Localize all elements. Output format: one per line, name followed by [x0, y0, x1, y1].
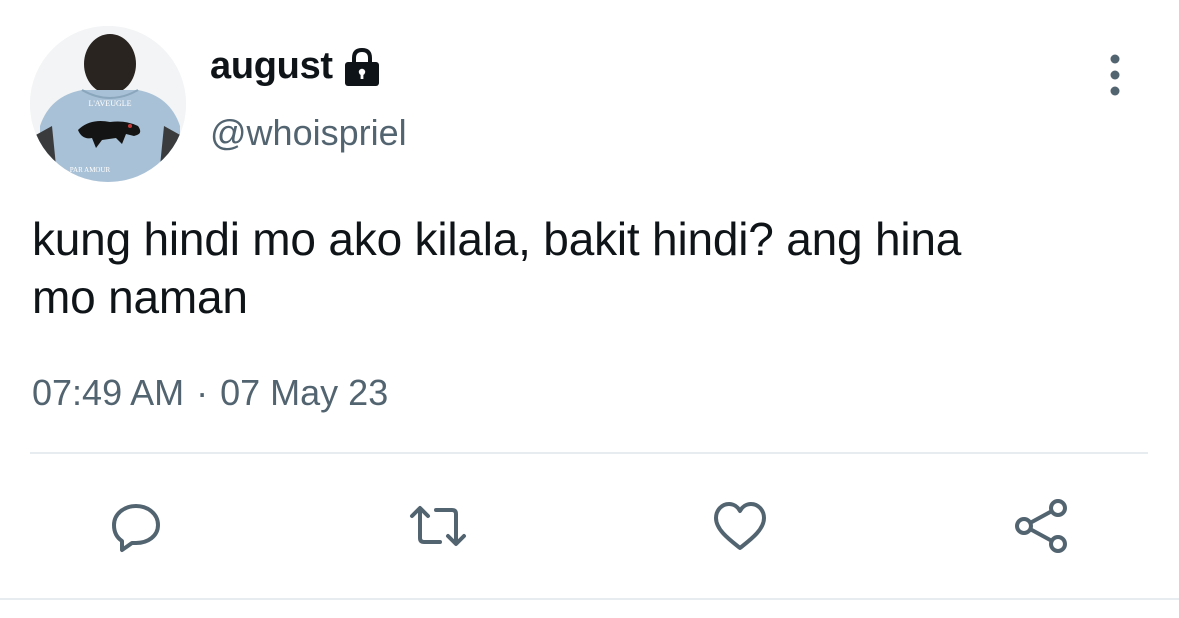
tweet-text-line: mo naman — [32, 271, 248, 323]
tweet-text: kung hindi mo ako kilala, bakit hindi? a… — [32, 210, 1152, 326]
tweet-time: 07:49 AM — [32, 372, 185, 413]
divider — [30, 452, 1148, 454]
user-handle[interactable]: @whoispriel — [210, 112, 407, 154]
share-icon — [1012, 496, 1072, 561]
timestamp-separator: · — [196, 372, 209, 413]
avatar-text-top: L'AVEUGLE — [88, 99, 131, 108]
heart-icon — [710, 498, 770, 559]
comment-icon — [108, 498, 164, 559]
retweet-button[interactable] — [408, 498, 468, 558]
avatar-image: L'AVEUGLE PAR AMOUR — [30, 26, 186, 182]
share-button[interactable] — [1012, 498, 1072, 558]
avatar[interactable]: L'AVEUGLE PAR AMOUR — [30, 26, 186, 182]
reply-button[interactable] — [106, 498, 166, 558]
like-button[interactable] — [710, 498, 770, 558]
retweet-icon — [406, 498, 470, 559]
more-options-icon[interactable] — [1100, 50, 1130, 100]
tweet-text-line: kung hindi mo ako kilala, bakit hindi? a… — [32, 213, 962, 265]
display-name[interactable]: august — [210, 45, 333, 88]
tweet-timestamp[interactable]: 07:49 AM · 07 May 23 — [32, 372, 388, 414]
lock-icon — [341, 46, 383, 88]
bottom-divider — [0, 598, 1179, 600]
avatar-text-bottom: PAR AMOUR — [70, 166, 111, 174]
tweet-date: 07 May 23 — [220, 372, 389, 413]
tweet-card: L'AVEUGLE PAR AMOUR august @whoispriel k… — [0, 0, 1179, 618]
user-name-row: august — [210, 40, 383, 92]
